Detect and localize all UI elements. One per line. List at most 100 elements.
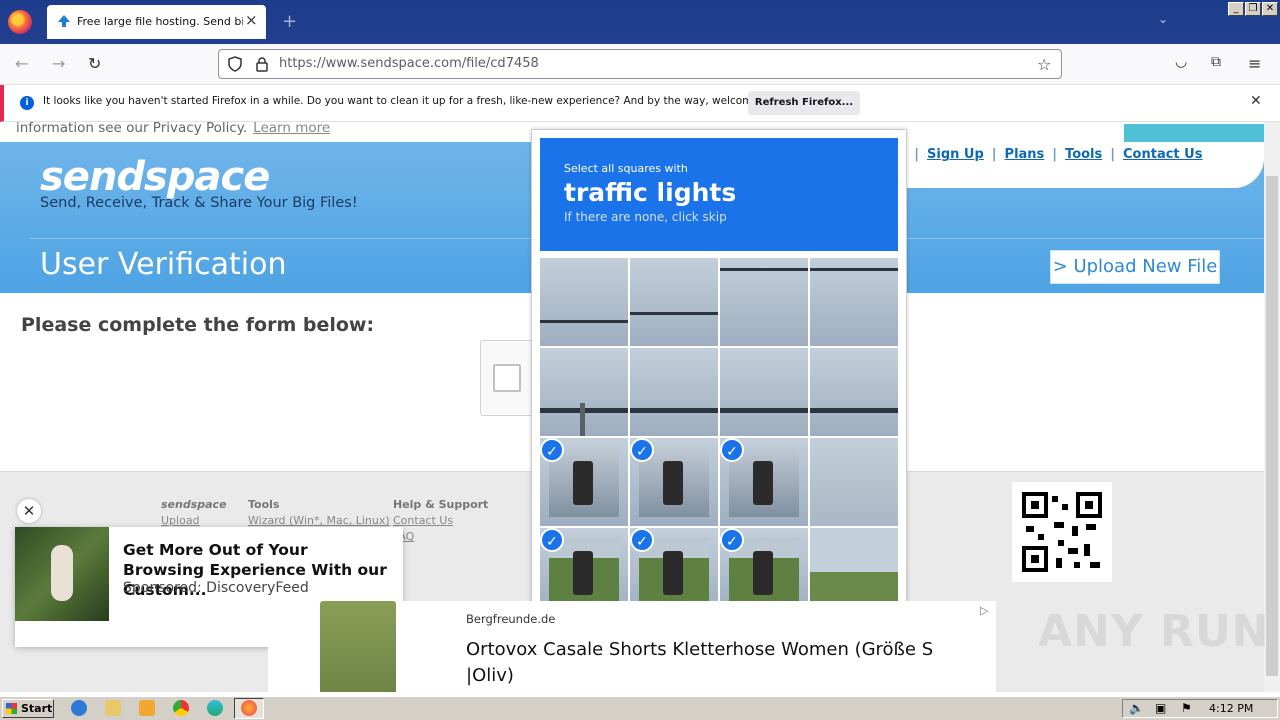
tab-list-chevron-icon[interactable]: ⌄ bbox=[1158, 12, 1168, 26]
network-icon[interactable]: ▣ bbox=[1155, 701, 1166, 715]
restore-button[interactable]: ❐ bbox=[1245, 2, 1261, 16]
tab-title: Free large file hosting. Send big file bbox=[77, 15, 243, 28]
captcha-tile[interactable] bbox=[720, 348, 808, 436]
browser-tab[interactable]: Free large file hosting. Send big file × bbox=[47, 5, 266, 39]
banner-ad[interactable]: Bergfreunde.de Ortovox Casale Shorts Kle… bbox=[268, 601, 996, 692]
traffic-light bbox=[753, 551, 773, 595]
privacy-text: information see our Privacy Policy. bbox=[16, 122, 248, 136]
firefox-icon bbox=[241, 700, 257, 716]
nav-link-plans[interactable]: Plans bbox=[1005, 147, 1045, 162]
footer-col-title: Tools bbox=[248, 498, 280, 511]
new-tab-button[interactable]: + bbox=[282, 11, 297, 32]
windows-logo-icon bbox=[6, 703, 17, 714]
power-line bbox=[810, 268, 898, 271]
notification-text: It looks like you haven't started Firefo… bbox=[43, 95, 792, 107]
nav-link-tools[interactable]: Tools bbox=[1065, 147, 1102, 162]
refresh-firefox-button[interactable]: Refresh Firefox... bbox=[748, 91, 860, 115]
footer-link-upload[interactable]: Upload bbox=[161, 514, 227, 527]
close-window-button[interactable]: ✕ bbox=[1262, 2, 1278, 16]
footer-link-faq[interactable]: FAQ bbox=[393, 530, 488, 543]
menu-hamburger-icon[interactable]: ≡ bbox=[1248, 54, 1261, 73]
ad-image[interactable] bbox=[15, 527, 109, 621]
privacy-notice: information see our Privacy Policy. Learn… bbox=[16, 122, 330, 136]
shield-icon[interactable] bbox=[227, 56, 243, 72]
pocket-icon[interactable]: ◡ bbox=[1175, 54, 1187, 70]
adchoices-icon[interactable]: ▷ bbox=[980, 604, 988, 617]
top-nav-links: n|Sign Up|Plans|Tools|Contact Us bbox=[897, 147, 1202, 162]
info-icon: i bbox=[20, 96, 34, 110]
footer-col-title: Help & Support bbox=[393, 498, 489, 511]
tile-selected-check-icon: ✓ bbox=[540, 528, 564, 552]
url-text: https://www.sendspace.com/file/cd7458 bbox=[279, 56, 539, 71]
start-button[interactable]: Start bbox=[2, 699, 54, 718]
nav-link-sign-up[interactable]: Sign Up bbox=[927, 147, 984, 162]
captcha-tile[interactable] bbox=[630, 348, 718, 436]
captcha-tile[interactable] bbox=[720, 258, 808, 346]
forward-arrow-icon[interactable]: → bbox=[52, 54, 65, 73]
media-player-icon[interactable] bbox=[139, 700, 155, 716]
action-center-icon[interactable]: ⚑ bbox=[1181, 701, 1192, 715]
url-bar[interactable]: https://www.sendspace.com/file/cd7458 ☆ bbox=[218, 49, 1062, 79]
tile-selected-check-icon: ✓ bbox=[540, 438, 564, 462]
traffic-light bbox=[573, 551, 593, 595]
ad-sponsor: Sponsored: DiscoveryFeed bbox=[123, 580, 309, 596]
ad-close-icon[interactable]: ✕ bbox=[17, 499, 41, 523]
nav-link-contact-us[interactable]: Contact Us bbox=[1123, 147, 1202, 162]
edge-icon[interactable] bbox=[207, 700, 223, 716]
firefox-logo-icon[interactable] bbox=[8, 10, 32, 34]
clock: 4:12 PM bbox=[1209, 702, 1254, 715]
chrome-icon[interactable] bbox=[173, 700, 189, 716]
tile-selected-check-icon: ✓ bbox=[720, 528, 744, 552]
captcha-tile[interactable]: ✓ bbox=[720, 438, 808, 526]
upload-new-file-button[interactable]: > Upload New File bbox=[1050, 250, 1220, 284]
captcha-tile[interactable] bbox=[810, 258, 898, 346]
navigation-bar: ← → ↻ https://www.sendspace.com/file/cd7… bbox=[0, 44, 1280, 85]
taskbar-firefox-active[interactable] bbox=[234, 698, 264, 719]
extensions-icon[interactable]: ⧉ bbox=[1211, 54, 1221, 70]
footer-col-sendspace: sendspace Upload bbox=[161, 498, 227, 530]
ie-icon[interactable] bbox=[71, 700, 87, 716]
captcha-tile[interactable] bbox=[540, 258, 628, 346]
header-accent-box bbox=[1124, 124, 1264, 142]
anyrun-watermark: ANY RUN bbox=[1038, 606, 1270, 657]
learn-more-link[interactable]: Learn more bbox=[253, 122, 330, 136]
challenge-header: Select all squares with traffic lights I… bbox=[540, 138, 898, 251]
tab-close-icon[interactable]: × bbox=[245, 11, 258, 29]
ad-product-image[interactable] bbox=[320, 601, 396, 692]
tagline: Send, Receive, Track & Share Your Big Fi… bbox=[40, 195, 358, 211]
captcha-tile[interactable] bbox=[630, 258, 718, 346]
tile-selected-check-icon: ✓ bbox=[720, 438, 744, 462]
ad-product-title[interactable]: Ortovox Casale Shorts Kletterhose Women … bbox=[466, 637, 966, 689]
scrollbar-thumb[interactable] bbox=[1266, 176, 1278, 676]
footer-link-contact-us[interactable]: Contact Us bbox=[393, 514, 488, 527]
reload-icon[interactable]: ↻ bbox=[88, 54, 101, 73]
recaptcha-checkbox[interactable] bbox=[493, 364, 521, 392]
captcha-tile[interactable]: ✓ bbox=[630, 438, 718, 526]
start-label: Start bbox=[21, 702, 53, 715]
explorer-folder-icon[interactable] bbox=[105, 700, 121, 716]
footer-link-wizard[interactable]: Wizard (Win*, Mac, Linux) bbox=[248, 514, 390, 527]
bookmark-star-icon[interactable]: ☆ bbox=[1037, 55, 1051, 74]
sendspace-logo[interactable]: sendspace bbox=[40, 154, 270, 200]
captcha-tile[interactable]: ✓ bbox=[540, 438, 628, 526]
notification-close-icon[interactable]: ✕ bbox=[1250, 93, 1262, 109]
page-title: User Verification bbox=[40, 247, 287, 282]
power-line bbox=[720, 268, 808, 271]
captcha-tile[interactable] bbox=[810, 348, 898, 436]
lock-icon[interactable] bbox=[255, 56, 269, 72]
pole bbox=[580, 403, 585, 436]
ad-image-person bbox=[51, 545, 73, 601]
traffic-light bbox=[663, 551, 683, 595]
captcha-tile[interactable] bbox=[810, 438, 898, 526]
challenge-hint: If there are none, click skip bbox=[564, 210, 727, 224]
power-line bbox=[540, 320, 628, 323]
challenge-image-grid: ✓ ✓ ✓ ✓ ✓ ✓ bbox=[540, 258, 898, 616]
back-arrow-icon[interactable]: ← bbox=[15, 54, 28, 73]
tile-selected-check-icon: ✓ bbox=[630, 528, 654, 552]
volume-icon[interactable]: 🔈 bbox=[1129, 701, 1144, 715]
captcha-tile[interactable] bbox=[540, 348, 628, 436]
signal-arm bbox=[810, 408, 898, 413]
minimize-button[interactable]: _ bbox=[1228, 2, 1244, 16]
tile-selected-check-icon: ✓ bbox=[630, 438, 654, 462]
tab-strip: Free large file hosting. Send big file ×… bbox=[0, 0, 1280, 44]
